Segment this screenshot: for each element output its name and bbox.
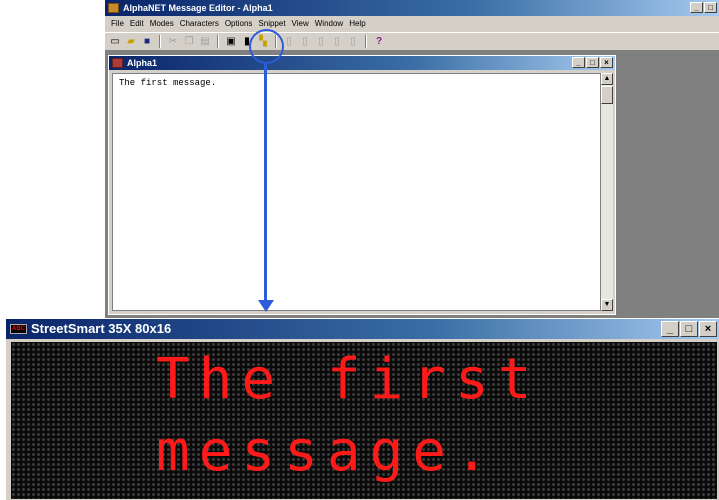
- toolbar-separator: [365, 35, 367, 48]
- toolbar-separator: [159, 35, 161, 48]
- editor-titlebar[interactable]: AlphaNET Message Editor - Alpha1 _ □: [105, 0, 719, 16]
- editor-caption-buttons: _ □: [690, 2, 717, 13]
- frame-icon-4[interactable]: ▯: [330, 35, 344, 49]
- scroll-thumb[interactable]: [601, 86, 613, 104]
- frame-icon-3[interactable]: ▯: [314, 35, 328, 49]
- menu-edit[interactable]: Edit: [127, 17, 147, 31]
- document-title: Alpha1: [127, 58, 158, 68]
- sign-window: ABC StreetSmart 35X 80x16 _ □ × The firs…: [6, 319, 719, 500]
- mdi-workspace: Alpha1 _ □ × The first message. ▲ ▼: [105, 51, 719, 318]
- menu-options[interactable]: Options: [222, 17, 256, 31]
- help-icon[interactable]: ?: [372, 35, 386, 49]
- menu-help[interactable]: Help: [346, 17, 368, 31]
- cut-icon[interactable]: ✂: [166, 35, 180, 49]
- scroll-up-icon[interactable]: ▲: [601, 73, 613, 85]
- led-display: The first message.: [11, 342, 717, 499]
- document-icon: [112, 58, 123, 68]
- frame-icon-5[interactable]: ▯: [346, 35, 360, 49]
- sign-maximize-button[interactable]: □: [680, 321, 698, 337]
- menu-modes[interactable]: Modes: [147, 17, 177, 31]
- sign-caption-buttons: _ □ ×: [661, 321, 717, 337]
- document-caption-buttons: _ □ ×: [572, 57, 613, 68]
- sign-app-icon: ABC: [10, 324, 27, 334]
- editor-window: AlphaNET Message Editor - Alpha1 _ □ Fil…: [105, 0, 719, 318]
- document-close-button[interactable]: ×: [600, 57, 613, 68]
- menu-file[interactable]: File: [108, 17, 127, 31]
- menu-view[interactable]: View: [289, 17, 312, 31]
- open-folder-icon[interactable]: ▰: [124, 35, 138, 49]
- menu-window[interactable]: Window: [312, 17, 346, 31]
- led-line-1: The first: [156, 347, 541, 412]
- frame-icon-1[interactable]: ▯: [282, 35, 296, 49]
- led-line-2: message.: [156, 419, 498, 484]
- callout-arrow-head-icon: [258, 300, 274, 312]
- message-editor[interactable]: The first message.: [112, 73, 601, 311]
- sign-titlebar[interactable]: ABC StreetSmart 35X 80x16 _ □ ×: [6, 319, 719, 339]
- document-window: Alpha1 _ □ × The first message. ▲ ▼: [108, 55, 616, 315]
- document-minimize-button[interactable]: _: [572, 57, 585, 68]
- callout-arrow-line: [264, 64, 267, 304]
- message-text: The first message.: [119, 78, 217, 88]
- sign-minimize-button[interactable]: _: [661, 321, 679, 337]
- print-icon[interactable]: ▣: [224, 35, 238, 49]
- sign-title: StreetSmart 35X 80x16: [31, 321, 172, 336]
- editor-title: AlphaNET Message Editor - Alpha1: [123, 3, 273, 13]
- toolbar: ▭ ▰ ■ ✂ ❐ ▤ ▣ ▮ ▚ ▯ ▯ ▯ ▯ ▯ ?: [105, 32, 719, 51]
- new-file-icon[interactable]: ▭: [108, 35, 122, 49]
- maximize-button[interactable]: □: [704, 2, 717, 13]
- vertical-scrollbar[interactable]: ▲ ▼: [601, 73, 613, 311]
- frame-icon-2[interactable]: ▯: [298, 35, 312, 49]
- minimize-button[interactable]: _: [690, 2, 703, 13]
- menu-bar: File Edit Modes Characters Options Snipp…: [105, 17, 719, 31]
- scroll-down-icon[interactable]: ▼: [601, 299, 613, 311]
- toolbar-separator: [217, 35, 219, 48]
- copy-icon[interactable]: ❐: [182, 35, 196, 49]
- sign-close-button[interactable]: ×: [699, 321, 717, 337]
- save-icon[interactable]: ■: [140, 35, 154, 49]
- document-maximize-button[interactable]: □: [586, 57, 599, 68]
- paste-icon[interactable]: ▤: [198, 35, 212, 49]
- menu-characters[interactable]: Characters: [177, 17, 222, 31]
- document-titlebar[interactable]: Alpha1 _ □ ×: [109, 56, 615, 70]
- callout-circle: [249, 29, 284, 64]
- app-icon: [108, 3, 119, 13]
